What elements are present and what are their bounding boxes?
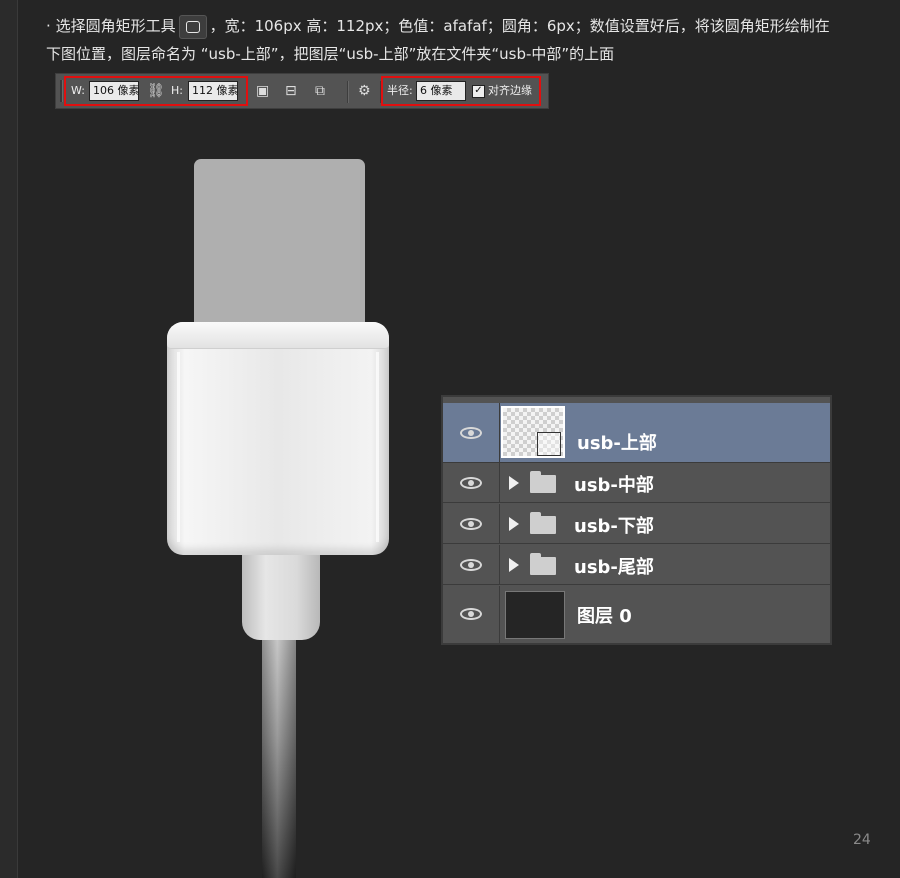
usb-bottom-neck [242, 555, 320, 640]
layer-thumbnail [505, 591, 565, 639]
rounded-rectangle-tool-icon [178, 14, 207, 39]
layer-name[interactable]: usb-下部 [574, 512, 654, 538]
radius-label: 半径: [387, 84, 413, 97]
instruction-line-1: · 选择圆角矩形工具 ，宽：106px 高：112px；色值：afafaf；圆角：… [46, 12, 876, 40]
usb-highlight-right [376, 352, 379, 542]
bullet: · [46, 17, 51, 35]
visibility-cell[interactable] [443, 504, 500, 543]
instruction-line-2: 下图位置，图层命名为 “usb-上部”，把图层“usb-上部”放在文件夹“usb… [46, 45, 615, 63]
usb-top-rect [194, 159, 365, 340]
layer-name[interactable]: 图层 0 [577, 602, 632, 628]
usb-middle-body [167, 322, 389, 555]
eye-icon[interactable] [460, 518, 482, 530]
left-rule [0, 0, 18, 878]
eye-icon[interactable] [460, 559, 482, 571]
folder-icon [530, 553, 556, 575]
align-edges-checkbox[interactable]: ✓ [472, 85, 485, 98]
width-label: W: [71, 84, 85, 97]
layer-row-usb-top[interactable]: usb-上部 [443, 403, 830, 463]
instruction-part-2: ，宽：106px 高：112px；色值：afafaf；圆角：6px；数值设置好后… [209, 17, 830, 35]
folder-icon [530, 512, 556, 534]
instruction-text: · 选择圆角矩形工具 ，宽：106px 高：112px；色值：afafaf；圆角：… [46, 12, 876, 68]
eye-icon[interactable] [460, 427, 482, 439]
layer-row-usb-tail[interactable]: usb-尾部 [443, 545, 830, 585]
options-bar-grip[interactable] [60, 80, 63, 102]
layer-name[interactable]: usb-上部 [577, 429, 657, 455]
expand-triangle-icon[interactable] [509, 476, 519, 490]
path-operations-icon[interactable]: ▣ [256, 81, 269, 101]
usb-middle-cap [167, 322, 389, 349]
eye-icon[interactable] [460, 477, 482, 489]
gear-icon[interactable]: ⚙ [358, 81, 371, 101]
separator [347, 81, 349, 103]
height-field[interactable]: 112 像素 [188, 81, 238, 101]
visibility-cell[interactable] [443, 545, 500, 584]
visibility-cell[interactable] [443, 463, 500, 502]
radius-field[interactable]: 6 像素 [416, 81, 466, 101]
visibility-cell[interactable] [443, 586, 500, 643]
vector-mask-icon [537, 432, 561, 456]
expand-triangle-icon[interactable] [509, 517, 519, 531]
instruction-part-1: 选择圆角矩形工具 [55, 17, 176, 35]
layer-name[interactable]: usb-尾部 [574, 553, 654, 579]
link-icon[interactable]: ⛓ [147, 81, 165, 101]
layer-row-usb-middle[interactable]: usb-中部 [443, 463, 830, 503]
usb-cable [262, 640, 296, 878]
layer-name[interactable]: usb-中部 [574, 471, 654, 497]
layers-panel: usb-上部 usb-中部 usb-下部 usb-尾部 图层 0 [441, 395, 832, 645]
width-field[interactable]: 106 像素 [89, 81, 139, 101]
usb-highlight-left [177, 352, 180, 542]
options-bar: W: 106 像素 ⛓ H: 112 像素 ▣ ⊟ ⧉ ⚙ 半径: 6 像素 ✓… [55, 73, 549, 109]
expand-triangle-icon[interactable] [509, 558, 519, 572]
layer-row-layer-0[interactable]: 图层 0 [443, 586, 830, 643]
align-edges-label: 对齐边缘 [488, 84, 532, 97]
visibility-cell[interactable] [443, 403, 500, 462]
height-label: H: [171, 84, 183, 97]
shape-thumbnail [501, 406, 565, 458]
path-arrangement-icon[interactable]: ⧉ [315, 81, 325, 101]
path-alignment-icon[interactable]: ⊟ [285, 81, 297, 101]
page-number: 24 [853, 832, 871, 848]
folder-icon [530, 471, 556, 493]
layer-row-usb-bottom[interactable]: usb-下部 [443, 504, 830, 544]
eye-icon[interactable] [460, 608, 482, 620]
